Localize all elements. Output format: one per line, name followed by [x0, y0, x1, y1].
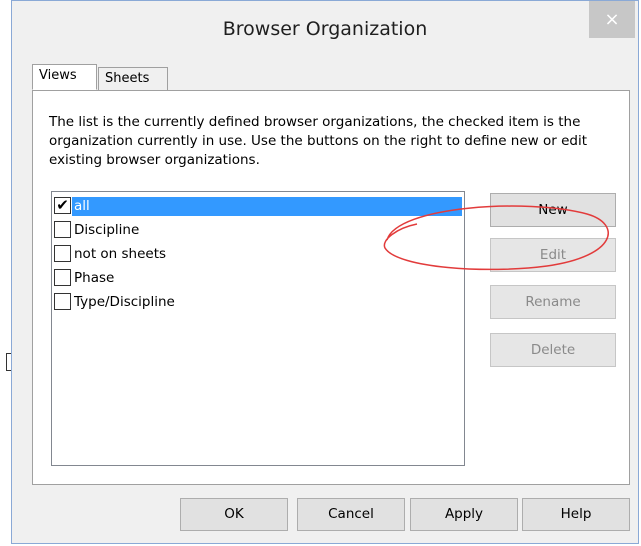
close-icon: × [604, 9, 620, 30]
ok-button[interactable]: OK [180, 498, 288, 531]
list-item-label: Type/Discipline [74, 294, 175, 310]
checkmark-icon: ✔ [56, 196, 69, 214]
dialog-title: Browser Organization [222, 18, 428, 40]
item-checkbox[interactable] [54, 269, 71, 286]
description-text: The list is the currently defined browse… [49, 114, 588, 168]
delete-button[interactable]: Delete [490, 333, 616, 367]
list-item-label: Phase [74, 270, 115, 286]
list-item-label: Discipline [74, 222, 140, 238]
list-item[interactable]: Type/Discipline [54, 291, 462, 314]
apply-button[interactable]: Apply [410, 498, 518, 531]
list-item[interactable]: Discipline [54, 219, 462, 242]
item-checkbox[interactable] [54, 221, 71, 238]
browser-organization-dialog: Browser Organization × Views Sheets The … [11, 0, 639, 544]
organization-list[interactable]: ✔ all Discipline not on sheets Phase Typ… [51, 191, 465, 466]
item-checkbox[interactable] [54, 293, 71, 310]
list-item[interactable]: ✔ all [54, 195, 462, 218]
list-item[interactable]: Phase [54, 267, 462, 290]
edit-button[interactable]: Edit [490, 238, 616, 272]
help-button[interactable]: Help [522, 498, 630, 531]
tab-sheets[interactable]: Sheets [98, 67, 168, 91]
list-item-label: not on sheets [74, 246, 167, 262]
item-checkbox[interactable] [54, 245, 71, 262]
rename-button[interactable]: Rename [490, 285, 616, 319]
list-item[interactable]: not on sheets [54, 243, 462, 266]
views-panel: The list is the currently defined browse… [32, 90, 630, 485]
title-bar: Browser Organization × [12, 1, 638, 61]
cancel-button[interactable]: Cancel [297, 498, 405, 531]
close-button[interactable]: × [589, 1, 635, 38]
tab-views[interactable]: Views [32, 64, 97, 90]
item-checkbox[interactable]: ✔ [54, 197, 71, 214]
list-item-label: all [72, 197, 462, 216]
new-button[interactable]: New [490, 193, 616, 227]
